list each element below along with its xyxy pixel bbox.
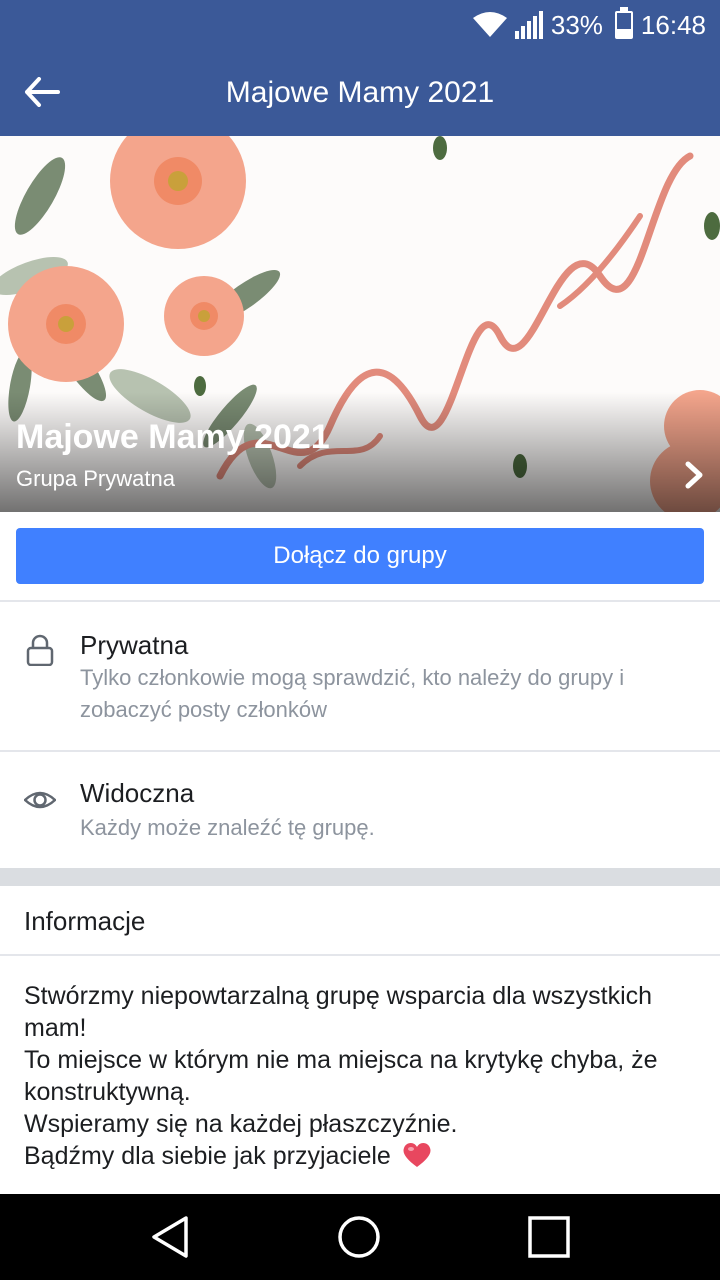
cover-photo[interactable]: Majowe Mamy 2021 Grupa Prywatna xyxy=(0,136,720,512)
about-line: Stwórzmy niepowtarzalną grupę wsparcia d… xyxy=(24,982,653,1042)
battery-percent: 33% xyxy=(550,9,603,40)
visibility-subtitle: Każdy może znaleźć tę grupę. xyxy=(80,815,375,840)
join-group-button[interactable]: Dołącz do grupy xyxy=(16,528,704,584)
group-name: Majowe Mamy 2021 xyxy=(16,418,330,456)
visibility-row: Widoczna Każdy może znaleźć tę grupę. xyxy=(0,752,720,868)
about-line: To miejsce w którym nie ma miejsca na kr… xyxy=(24,1046,658,1106)
group-type: Grupa Prywatna xyxy=(16,466,175,491)
about-title: Informacje xyxy=(24,906,146,936)
app-bar: Majowe Mamy 2021 xyxy=(0,50,720,136)
clock: 16:48 xyxy=(640,9,706,40)
eye-icon xyxy=(24,791,56,809)
back-triangle-icon[interactable] xyxy=(148,1214,194,1260)
visibility-title: Widoczna xyxy=(80,778,195,808)
about-header: Informacje xyxy=(0,886,720,954)
privacy-row: Prywatna Tylko członkowie mogą sprawdzić… xyxy=(0,602,720,750)
page-title: Majowe Mamy 2021 xyxy=(225,76,495,109)
section-separator xyxy=(0,868,720,886)
join-section: Dołącz do grupy xyxy=(0,512,720,600)
system-nav-bar xyxy=(0,1194,720,1280)
about-line-last: Bądźmy dla siebie jak przyjaciele xyxy=(24,1140,704,1172)
recents-square-icon[interactable] xyxy=(526,1214,572,1260)
home-circle-icon[interactable] xyxy=(336,1214,382,1260)
heart-icon xyxy=(403,1142,431,1167)
status-bar: 33% 16:48 xyxy=(0,0,720,50)
about-line: Wspieramy się na każdej płaszczyźnie. xyxy=(24,1110,458,1138)
chevron-right-icon[interactable] xyxy=(682,460,706,490)
back-button[interactable] xyxy=(20,70,64,114)
about-description: Stwórzmy niepowtarzalną grupę wsparcia d… xyxy=(0,956,720,1194)
privacy-title: Prywatna xyxy=(80,630,189,660)
lock-icon xyxy=(26,634,54,666)
arrow-left-icon xyxy=(25,77,60,107)
signal-icon xyxy=(514,11,543,39)
privacy-subtitle: Tylko członkowie mogą sprawdzić, kto nal… xyxy=(80,665,625,722)
wifi-icon xyxy=(472,12,507,38)
battery-icon xyxy=(614,7,633,39)
